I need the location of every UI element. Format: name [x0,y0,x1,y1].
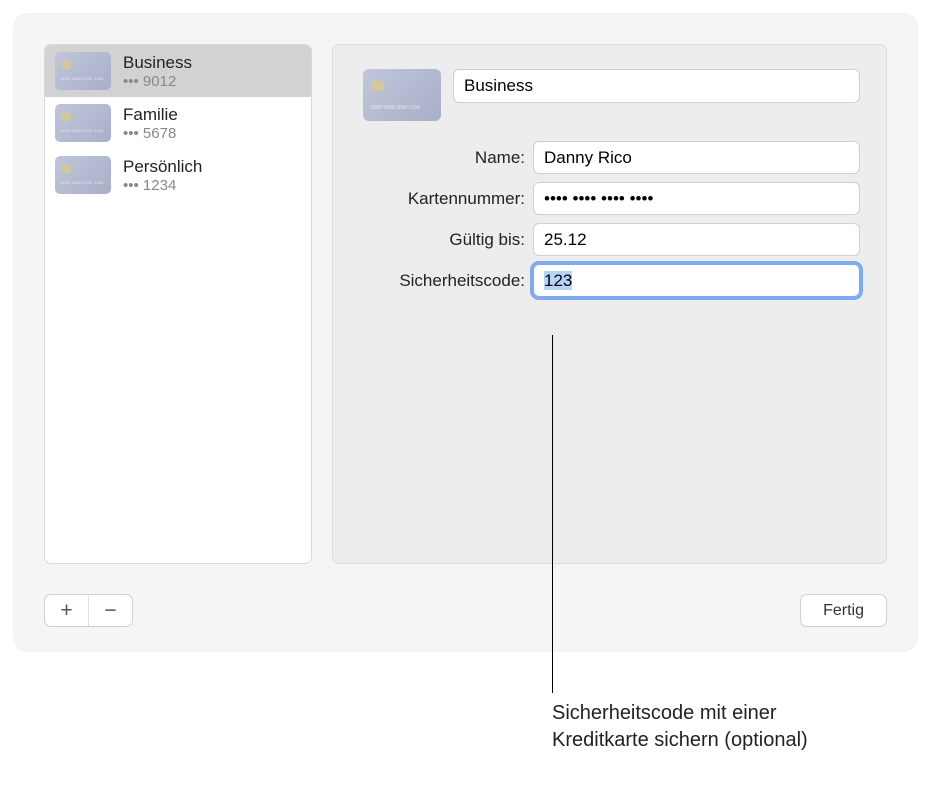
card-item-last4: ••• 1234 [123,177,202,194]
security-code-input[interactable]: 123 [533,264,860,297]
minus-icon: − [104,600,116,621]
expires-input[interactable] [533,223,860,256]
card-number-input[interactable] [533,182,860,215]
add-button[interactable]: + [45,595,88,626]
name-input[interactable] [533,141,860,174]
credit-card-icon [55,104,111,142]
card-item-text: Persönlich ••• 1234 [123,157,202,194]
card-item-title: Familie [123,105,178,125]
card-list-item[interactable]: Business ••• 9012 [45,45,311,97]
plus-icon: + [60,600,72,621]
name-label: Name: [363,148,533,168]
content-area: Business ••• 9012 Familie ••• 5678 Persö… [44,44,887,564]
credit-card-icon [55,52,111,90]
callout-text: Sicherheitscode mit einer Kreditkarte si… [552,700,812,754]
card-list-item[interactable]: Familie ••• 5678 [45,97,311,149]
card-list: Business ••• 9012 Familie ••• 5678 Persö… [44,44,312,564]
card-item-title: Business [123,53,192,73]
card-title-input[interactable] [453,69,860,103]
card-number-label: Kartennummer: [363,189,533,209]
fields-grid: Name: Kartennummer: Gültig bis: Sicherhe… [363,141,860,297]
remove-button[interactable]: − [89,595,132,626]
card-item-text: Familie ••• 5678 [123,105,178,142]
add-remove-group: + − [44,594,133,627]
card-list-item[interactable]: Persönlich ••• 1234 [45,149,311,201]
expires-label: Gültig bis: [363,230,533,250]
bottom-bar: + − Fertig [44,594,887,627]
callout-line [552,335,553,693]
credit-card-icon [363,69,441,121]
card-item-last4: ••• 5678 [123,125,178,142]
security-code-value: 123 [544,271,572,290]
card-item-last4: ••• 9012 [123,73,192,90]
security-code-label: Sicherheitscode: [363,271,533,291]
title-row [363,69,860,121]
credit-card-icon [55,156,111,194]
card-detail-panel: Name: Kartennummer: Gültig bis: Sicherhe… [332,44,887,564]
card-item-text: Business ••• 9012 [123,53,192,90]
done-button[interactable]: Fertig [800,594,887,627]
card-item-title: Persönlich [123,157,202,177]
autofill-card-window: Business ••• 9012 Familie ••• 5678 Persö… [14,14,917,651]
